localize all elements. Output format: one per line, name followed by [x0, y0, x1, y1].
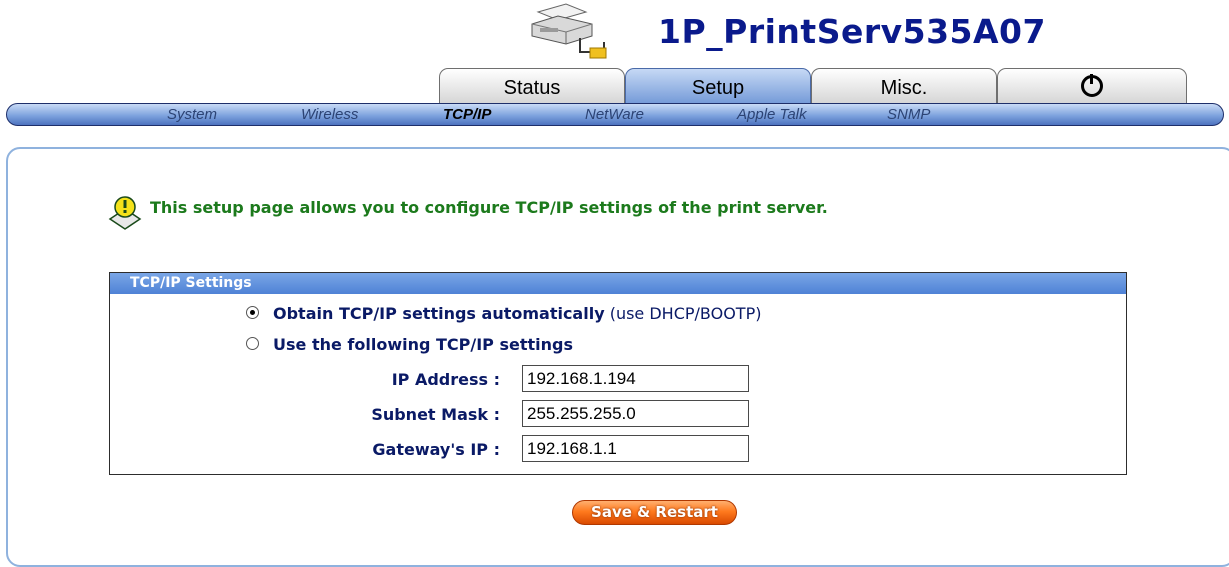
save-restart-button[interactable]: Save & Restart	[572, 500, 737, 525]
main-tabs: Status Setup Misc.	[0, 68, 1229, 106]
power-icon	[1081, 74, 1103, 97]
tcpip-settings-box: TCP/IP Settings Obtain TCP/IP settings a…	[109, 272, 1127, 475]
subnet-mask-input[interactable]	[522, 400, 749, 427]
info-text: This setup page allows you to configure …	[150, 198, 828, 217]
subnav-system[interactable]: System	[167, 106, 217, 123]
header: 1P_PrintServ535A07	[0, 0, 1229, 70]
tab-misc[interactable]: Misc.	[811, 68, 997, 103]
subnav-wireless[interactable]: Wireless	[301, 106, 358, 123]
ip-address-input[interactable]	[522, 365, 749, 392]
tab-status[interactable]: Status	[439, 68, 625, 103]
tab-label: Setup	[691, 77, 745, 99]
tab-power[interactable]	[997, 68, 1187, 103]
auto-option-suffix: (use DHCP/BOOTP)	[604, 304, 762, 323]
auto-option-row[interactable]: Obtain TCP/IP settings automatically (us…	[246, 304, 761, 323]
manual-radio[interactable]	[246, 337, 259, 350]
subnav-appletalk[interactable]: Apple Talk	[737, 106, 807, 123]
auto-option-label: Obtain TCP/IP settings automatically	[273, 304, 605, 323]
tab-setup[interactable]: Setup	[625, 68, 811, 106]
subnav-tcpip[interactable]: TCP/IP	[443, 106, 491, 123]
lightbulb-hint-icon	[108, 196, 142, 230]
manual-option-row[interactable]: Use the following TCP/IP settings	[246, 335, 573, 354]
subnav-snmp[interactable]: SNMP	[887, 106, 930, 123]
device-title: 1P_PrintServ535A07	[658, 12, 1046, 51]
printer-server-icon	[531, 3, 607, 59]
subnet-mask-label: Subnet Mask :	[371, 405, 500, 424]
gateway-input[interactable]	[522, 435, 749, 462]
ip-address-label: IP Address :	[391, 370, 500, 389]
manual-option-label: Use the following TCP/IP settings	[273, 335, 573, 354]
tab-label: Misc.	[880, 77, 928, 99]
tab-label: Status	[503, 77, 561, 99]
settings-header: TCP/IP Settings	[110, 273, 1126, 294]
subnav-netware[interactable]: NetWare	[585, 106, 644, 123]
auto-radio[interactable]	[246, 306, 259, 319]
gateway-label: Gateway's IP :	[372, 440, 500, 459]
subnav-bar: System Wireless TCP/IP NetWare Apple Tal…	[6, 103, 1224, 126]
